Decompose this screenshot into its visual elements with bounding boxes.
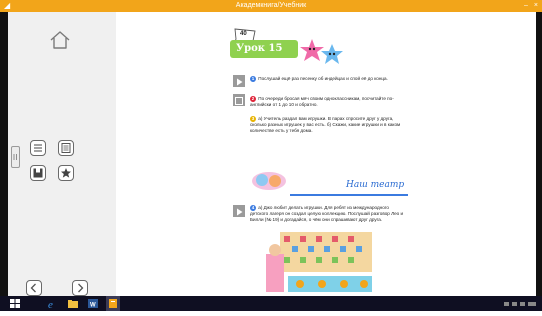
exercise-1: 1 Послушай ещё раз песенку об индейцах и… (250, 76, 406, 82)
list-view-icon (34, 144, 42, 152)
exercise-2: 2 По очереди бросая мяч своим одноклассн… (250, 96, 406, 108)
tray-icons (504, 301, 536, 306)
grip-icon (13, 154, 17, 160)
taskbar-word[interactable]: W (86, 296, 100, 311)
right-border (536, 12, 542, 296)
left-border (0, 12, 8, 296)
chevron-right-icon (78, 283, 84, 293)
page-number: 40 (240, 31, 247, 37)
video-button[interactable] (233, 94, 245, 106)
play-audio-button[interactable] (233, 75, 245, 87)
next-page-button[interactable] (72, 280, 88, 296)
exercise-text: Послушай ещё раз песенку об индейцах и с… (258, 76, 388, 81)
favorite-button[interactable] (58, 165, 74, 181)
svg-text:e: e (48, 299, 53, 311)
play-icon (237, 78, 243, 86)
exercise-text: По очереди бросая мяч своим одноклассник… (250, 96, 394, 107)
exercise-text: а) Джо любит делать игрушки. Для ребят и… (250, 205, 404, 222)
word-icon: W (88, 299, 98, 309)
theatre-masks-illustration (252, 172, 286, 190)
play-icon (237, 208, 243, 216)
folder-icon (68, 300, 78, 308)
taskbar-explorer[interactable] (66, 296, 80, 311)
exercise-number: 1 (250, 76, 256, 82)
lesson-banner: Урок 15 (230, 40, 298, 58)
chevron-left-icon (30, 283, 36, 293)
taskbar-browser[interactable]: e (46, 296, 60, 311)
title-bar: ◢ Академкнига/Учебник – × (0, 0, 542, 12)
start-button[interactable] (8, 296, 22, 311)
internet-explorer-icon: e (48, 299, 53, 311)
home-button[interactable] (48, 28, 72, 52)
close-button[interactable]: × (534, 0, 538, 12)
play-audio-button[interactable] (233, 205, 245, 217)
stars-illustration (300, 39, 343, 64)
section-title: Наш театр (346, 180, 405, 190)
book-icon (109, 299, 117, 308)
star-icon (61, 168, 71, 178)
sidebar (8, 12, 116, 296)
text-view-button[interactable] (58, 140, 74, 156)
windows-logo-icon (10, 299, 20, 308)
exercise-text: а) Учитель раздал вам игрушки. В парах с… (250, 116, 401, 133)
taskbar: e W (0, 296, 542, 311)
text-view-icon (61, 143, 71, 153)
system-tray (504, 296, 538, 311)
svg-text:W: W (90, 303, 96, 309)
home-icon (50, 31, 70, 49)
bookmark-icon (33, 168, 43, 178)
lesson-title: Урок 15 (236, 43, 283, 54)
section-divider (290, 194, 408, 196)
video-icon (235, 97, 243, 105)
exercise-4: 4 а) Джо любит делать игрушки. Для ребят… (250, 205, 406, 222)
minimize-button[interactable]: – (524, 0, 528, 12)
taskbar-textbook-app[interactable] (106, 296, 120, 311)
exercise-3: 3 а) Учитель раздал вам игрушки. В парах… (250, 116, 406, 133)
toys-illustration (266, 232, 372, 292)
panel-handle[interactable] (11, 146, 20, 168)
window-title: Академкнига/Учебник (235, 2, 307, 9)
list-view-button[interactable] (30, 140, 46, 156)
bookmark-button[interactable] (30, 165, 46, 181)
previous-page-button[interactable] (26, 280, 42, 296)
